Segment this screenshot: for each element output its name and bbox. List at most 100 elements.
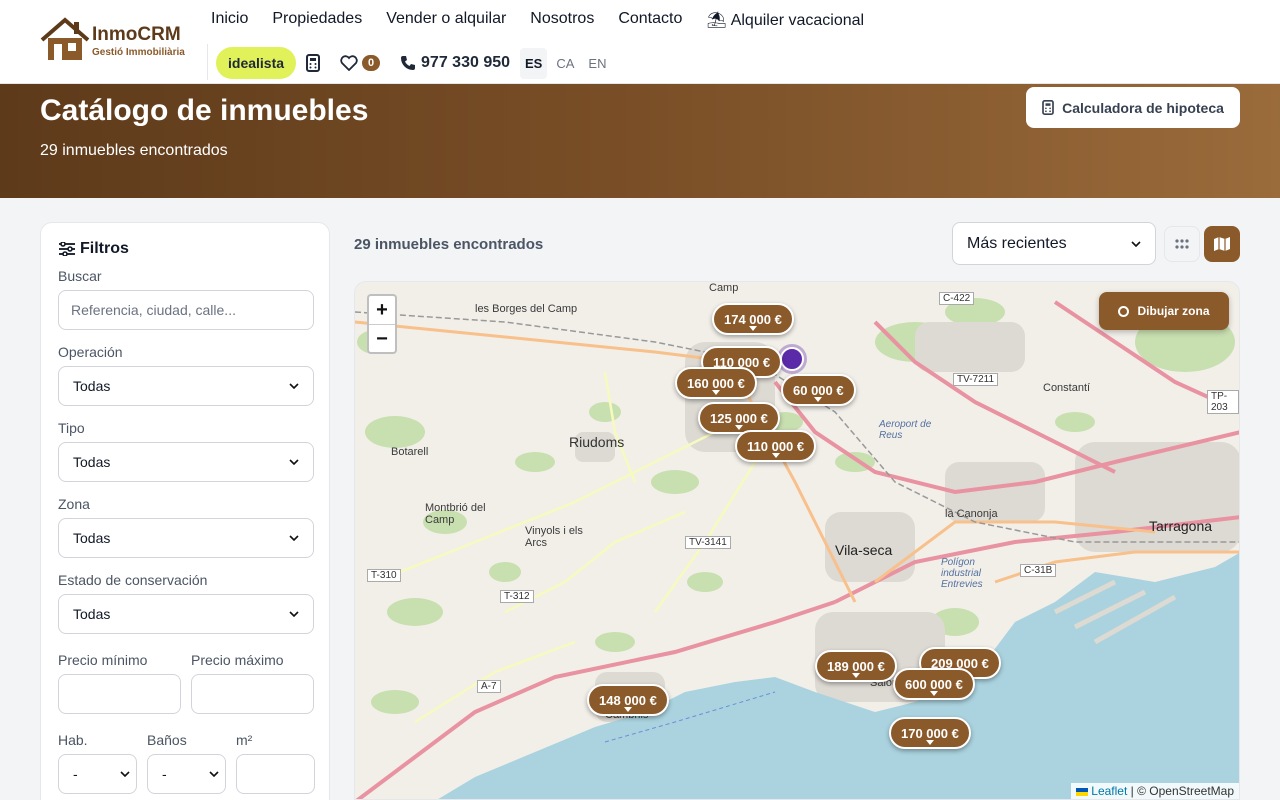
nav-item-vacation[interactable]: ⛱ Alquiler vacacional (706, 10, 864, 30)
nav-item-vender[interactable]: Vender o alquilar (386, 10, 506, 30)
main-nav: Inicio Propiedades Vender o alquilar Nos… (211, 10, 864, 30)
condition-value: Todas (73, 606, 111, 622)
zone-select[interactable]: Todas (58, 518, 314, 558)
min-price-input[interactable] (58, 674, 181, 714)
leaflet-link[interactable]: Leaflet (1091, 784, 1127, 798)
map-icon (1214, 237, 1230, 251)
chevron-down-icon (289, 459, 299, 465)
baths-select[interactable]: - (147, 754, 226, 794)
sub-nav: idealista 0 977 330 950 ES CA EN (216, 47, 611, 79)
baths-value: - (162, 766, 167, 782)
filters-title: Filtros (58, 240, 312, 258)
grid-view-button[interactable] (1164, 226, 1200, 262)
place-label: les Borges del Camp (475, 303, 578, 315)
header-divider (207, 44, 208, 80)
road-label: A-7 (477, 680, 501, 693)
calculator-icon[interactable] (306, 54, 321, 72)
chevron-down-icon (289, 535, 299, 541)
favorites-button[interactable]: 0 (340, 55, 381, 71)
lang-es[interactable]: ES (520, 47, 548, 79)
zoom-in-button[interactable]: + (369, 296, 395, 325)
ukraine-flag-icon (1075, 787, 1088, 796)
site-header: InmoCRM Gestió Immobiliària Inicio Propi… (0, 0, 1280, 84)
lang-ca[interactable]: CA (551, 48, 579, 79)
zone-label: Zona (58, 496, 90, 512)
area-input[interactable] (236, 754, 315, 794)
operation-select[interactable]: Todas (58, 366, 314, 406)
map-view-button[interactable] (1204, 226, 1240, 262)
price-range-row: Precio mínimo Precio máximo (58, 638, 314, 714)
favorites-count: 0 (362, 55, 381, 71)
nav-item-propiedades[interactable]: Propiedades (272, 10, 362, 30)
price-marker[interactable]: 148 000 € (587, 684, 669, 716)
map-cluster-marker[interactable] (780, 347, 804, 371)
map-attribution: Leaflet | © OpenStreetMap (1070, 783, 1239, 799)
road-label: TV-3141 (685, 536, 731, 549)
phone-icon (401, 56, 416, 70)
rooms-select[interactable]: - (58, 754, 137, 794)
map-view[interactable]: les Borges del Camp Riudoms Botarell Mon… (354, 281, 1240, 800)
place-label: Constantí (1043, 382, 1091, 394)
operation-label: Operación (58, 344, 123, 360)
zoom-control: + − (367, 294, 397, 354)
price-marker[interactable]: 189 000 € (815, 650, 897, 682)
search-input[interactable]: Referencia, ciudad, calle... (58, 290, 314, 330)
calculator-icon (1042, 100, 1054, 115)
filters-panel: Filtros Buscar Referencia, ciudad, calle… (40, 222, 330, 800)
mortgage-calculator-button[interactable]: Calculadora de hipoteca (1026, 87, 1240, 128)
place-label: la Canonja (945, 508, 998, 520)
hero-subtitle: 29 inmuebles encontrados (40, 142, 228, 159)
logo[interactable]: InmoCRM Gestió Immobiliària (40, 16, 190, 64)
language-switcher: ES CA EN (520, 47, 611, 79)
filters-title-label: Filtros (80, 240, 129, 257)
operation-value: Todas (73, 378, 111, 394)
chevron-down-icon (209, 771, 219, 777)
zoom-out-button[interactable]: − (369, 325, 395, 354)
nav-item-contacto[interactable]: Contacto (618, 10, 682, 30)
price-marker[interactable]: 174 000 € (712, 303, 794, 335)
chevron-down-icon (289, 383, 299, 389)
place-label: Polígon industrial Entrevies (941, 557, 983, 590)
condition-label: Estado de conservación (58, 572, 208, 588)
osm-attribution[interactable]: © OpenStreetMap (1137, 784, 1234, 798)
place-label: Camp (709, 282, 739, 294)
min-price-label: Precio mínimo (58, 652, 148, 668)
place-label: Vila-seca (835, 542, 893, 558)
road-label: TV-7211 (953, 373, 999, 386)
price-marker[interactable]: 600 000 € (893, 668, 975, 700)
brand-name: InmoCRM (92, 24, 181, 45)
nav-item-inicio[interactable]: Inicio (211, 10, 248, 30)
hero-banner: Catálogo de inmuebles 29 inmuebles encon… (0, 84, 1280, 198)
road-label: T-310 (367, 569, 401, 582)
price-marker[interactable]: 110 000 € (735, 430, 817, 462)
nav-item-nosotros[interactable]: Nosotros (530, 10, 594, 30)
chevron-down-icon (289, 611, 299, 617)
results-count: 29 inmuebles encontrados (354, 236, 544, 253)
price-marker[interactable]: 170 000 € (889, 717, 971, 749)
price-marker[interactable]: 60 000 € (781, 374, 856, 406)
type-select[interactable]: Todas (58, 442, 314, 482)
heart-icon (340, 55, 358, 71)
attribution-separator: | (1130, 784, 1134, 798)
max-price-group: Precio máximo (191, 638, 314, 714)
price-marker[interactable]: 160 000 € (675, 367, 757, 399)
sliders-icon (59, 242, 75, 256)
draw-zone-button[interactable]: Dibujar zona (1099, 292, 1229, 330)
max-price-input[interactable] (191, 674, 314, 714)
phone-link[interactable]: 977 330 950 (400, 54, 510, 72)
place-label: Vinyols i els Arcs (525, 525, 583, 549)
place-label: Botarell (391, 446, 429, 458)
rooms-group: Hab. - (58, 718, 137, 794)
condition-select[interactable]: Todas (58, 594, 314, 634)
chevron-down-icon (120, 771, 130, 777)
zone-value: Todas (73, 530, 111, 546)
road-label: C-422 (939, 292, 975, 305)
search-label: Buscar (58, 268, 102, 284)
sort-select[interactable]: Más recientes (952, 222, 1156, 265)
brand-tagline: Gestió Immobiliària (92, 47, 185, 58)
type-label: Tipo (58, 420, 85, 436)
baths-group: Baños - (147, 718, 226, 794)
idealista-button[interactable]: idealista (216, 47, 297, 79)
lang-en[interactable]: EN (583, 48, 611, 79)
draw-zone-label: Dibujar zona (1137, 304, 1210, 318)
